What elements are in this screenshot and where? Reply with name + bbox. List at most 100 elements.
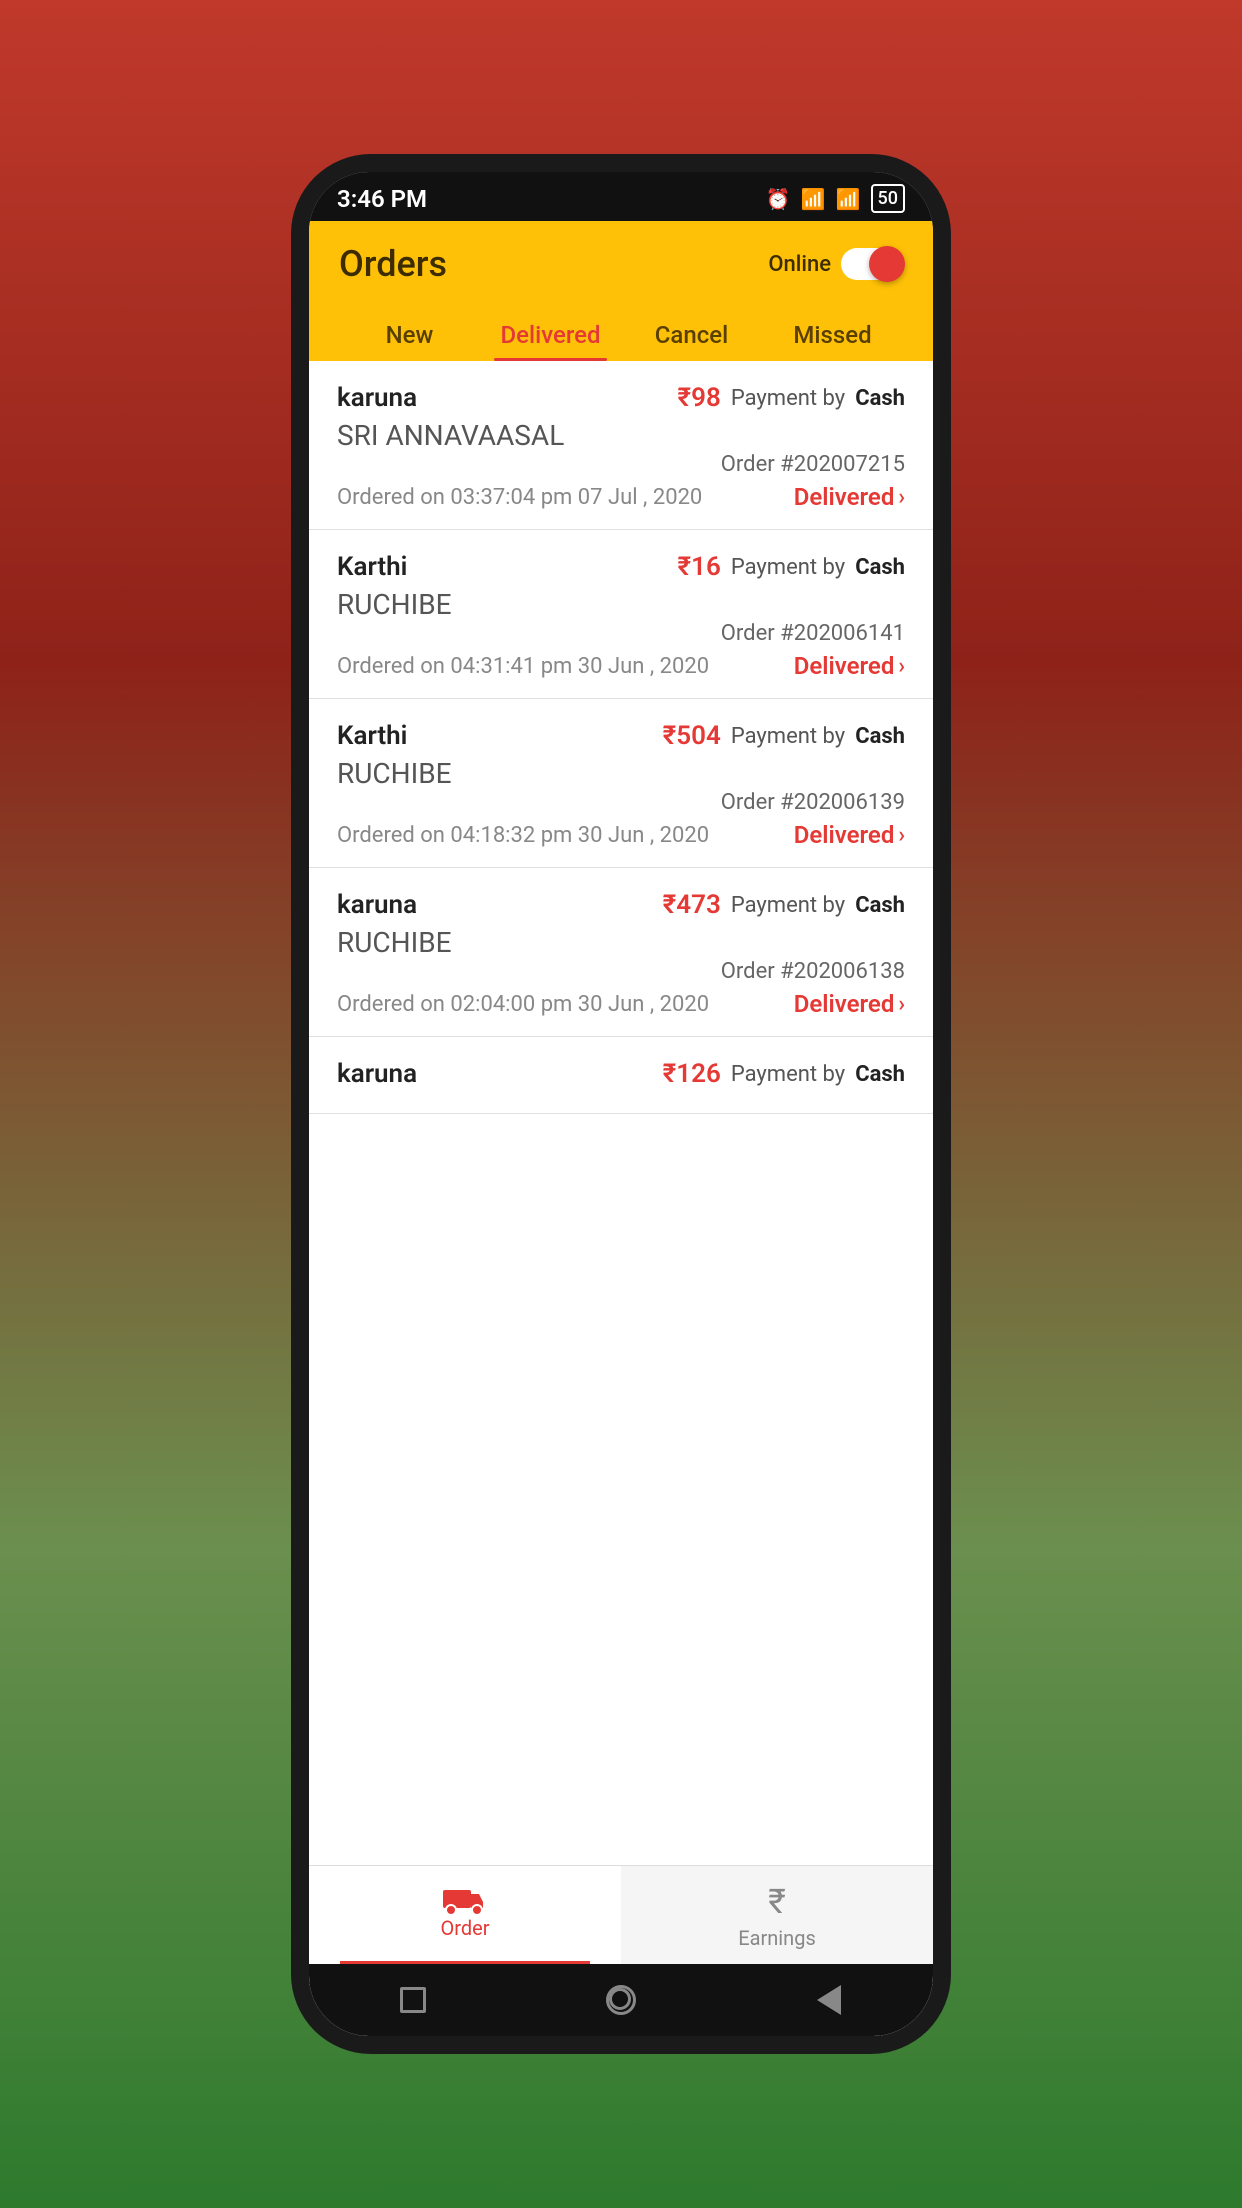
- page-title: Orders: [339, 243, 447, 285]
- alarm-icon: ⏰: [766, 187, 791, 211]
- payment-label: Payment by: [731, 893, 845, 918]
- data-icon: 📶: [801, 187, 826, 211]
- customer-name: karuna: [337, 890, 417, 920]
- header-top: Orders Online: [339, 243, 903, 285]
- payment-method: Cash: [855, 1062, 905, 1087]
- order-number: Order #202007215: [721, 452, 905, 477]
- customer-name: karuna: [337, 383, 417, 413]
- order-amount: ₹126: [663, 1059, 721, 1089]
- amount-payment: ₹473 Payment by Cash: [663, 890, 905, 920]
- amount-payment: ₹126 Payment by Cash: [663, 1059, 905, 1089]
- order-row1: karuna ₹98 Payment by Cash: [337, 383, 905, 413]
- square-icon: [400, 1987, 426, 2013]
- restaurant-name: RUCHIBE: [337, 926, 905, 959]
- order-date: Ordered on 04:31:41 pm 30 Jun , 2020: [337, 654, 709, 679]
- order-number: Order #202006141: [721, 621, 905, 646]
- tab-delivered[interactable]: Delivered: [480, 307, 621, 361]
- payment-label: Payment by: [731, 1062, 845, 1087]
- back-button[interactable]: [393, 1980, 433, 2020]
- order-row1: Karthi ₹16 Payment by Cash: [337, 552, 905, 582]
- amount-payment: ₹98 Payment by Cash: [677, 383, 905, 413]
- order-row2: Order #202006141: [337, 621, 905, 646]
- status-bar: 3:46 PM ⏰ 📶 📶 50: [309, 172, 933, 221]
- amount-payment: ₹504 Payment by Cash: [663, 721, 905, 751]
- tab-cancel[interactable]: Cancel: [621, 307, 762, 361]
- order-date: Ordered on 02:04:00 pm 30 Jun , 2020: [337, 992, 709, 1017]
- customer-name: Karthi: [337, 721, 407, 751]
- order-amount: ₹16: [677, 552, 720, 582]
- toggle-track[interactable]: [841, 248, 903, 280]
- payment-label: Payment by: [731, 724, 845, 749]
- circle-inner-icon: [609, 1988, 631, 2010]
- order-date: Ordered on 03:37:04 pm 07 Jul , 2020: [337, 485, 702, 510]
- order-card-4[interactable]: karuna ₹473 Payment by Cash RUCHIBE Orde…: [309, 868, 933, 1037]
- circle-icon: [606, 1985, 636, 2015]
- nav-earnings-label: Earnings: [738, 1926, 816, 1950]
- payment-method: Cash: [855, 724, 905, 749]
- delivered-button[interactable]: Delivered ›: [794, 821, 905, 849]
- signal-icon: 📶: [836, 187, 861, 211]
- recents-button[interactable]: [809, 1980, 849, 2020]
- chevron-right-icon: ›: [898, 823, 905, 848]
- truck-icon: [443, 1882, 487, 1916]
- delivered-button[interactable]: Delivered ›: [794, 483, 905, 511]
- order-row2: Order #202006138: [337, 959, 905, 984]
- order-row2: Order #202006139: [337, 790, 905, 815]
- toggle-thumb: [869, 246, 905, 282]
- payment-label: Payment by: [731, 555, 845, 580]
- tabs-bar: New Delivered Cancel Missed: [339, 307, 903, 361]
- status-time: 3:46 PM: [337, 185, 427, 213]
- phone-screen: 3:46 PM ⏰ 📶 📶 50 Orders Online: [309, 172, 933, 2036]
- order-amount: ₹473: [663, 890, 721, 920]
- order-row1: Karthi ₹504 Payment by Cash: [337, 721, 905, 751]
- payment-method: Cash: [855, 555, 905, 580]
- customer-name: Karthi: [337, 552, 407, 582]
- order-card-2[interactable]: Karthi ₹16 Payment by Cash RUCHIBE Order…: [309, 530, 933, 699]
- delivered-button[interactable]: Delivered ›: [794, 652, 905, 680]
- online-label: Online: [768, 252, 831, 277]
- order-row3: Ordered on 04:31:41 pm 30 Jun , 2020 Del…: [337, 652, 905, 680]
- phone-frame: 3:46 PM ⏰ 📶 📶 50 Orders Online: [291, 154, 951, 2054]
- order-card-1[interactable]: karuna ₹98 Payment by Cash SRI ANNAVAASA…: [309, 361, 933, 530]
- chevron-right-icon: ›: [898, 485, 905, 510]
- status-icons: ⏰ 📶 📶 50: [766, 184, 905, 213]
- system-nav-bar: [309, 1964, 933, 2036]
- order-row1: karuna ₹473 Payment by Cash: [337, 890, 905, 920]
- order-date: Ordered on 04:18:32 pm 30 Jun , 2020: [337, 823, 709, 848]
- payment-method: Cash: [855, 386, 905, 411]
- restaurant-name: SRI ANNAVAASAL: [337, 419, 905, 452]
- order-card-5[interactable]: karuna ₹126 Payment by Cash: [309, 1037, 933, 1114]
- customer-name: karuna: [337, 1059, 417, 1089]
- battery-icon: 50: [871, 184, 905, 213]
- order-amount: ₹98: [677, 383, 720, 413]
- rupee-icon: ₹: [768, 1882, 786, 1922]
- nav-earnings[interactable]: ₹ Earnings: [621, 1866, 933, 1964]
- triangle-icon: [817, 1985, 841, 2015]
- order-list: karuna ₹98 Payment by Cash SRI ANNAVAASA…: [309, 361, 933, 1865]
- bottom-nav: Order ₹ Earnings: [309, 1865, 933, 1964]
- restaurant-name: RUCHIBE: [337, 757, 905, 790]
- chevron-right-icon: ›: [898, 992, 905, 1017]
- nav-order[interactable]: Order: [309, 1866, 621, 1964]
- tab-new[interactable]: New: [339, 307, 480, 361]
- payment-method: Cash: [855, 893, 905, 918]
- order-row2: Order #202007215: [337, 452, 905, 477]
- order-row1: karuna ₹126 Payment by Cash: [337, 1059, 905, 1089]
- tab-missed[interactable]: Missed: [762, 307, 903, 361]
- order-number: Order #202006139: [721, 790, 905, 815]
- amount-payment: ₹16 Payment by Cash: [677, 552, 905, 582]
- header: Orders Online New Delivered Cancel: [309, 221, 933, 361]
- order-row3: Ordered on 02:04:00 pm 30 Jun , 2020 Del…: [337, 990, 905, 1018]
- home-button[interactable]: [601, 1980, 641, 2020]
- restaurant-name: RUCHIBE: [337, 588, 905, 621]
- chevron-right-icon: ›: [898, 654, 905, 679]
- order-number: Order #202006138: [721, 959, 905, 984]
- order-card-3[interactable]: Karthi ₹504 Payment by Cash RUCHIBE Orde…: [309, 699, 933, 868]
- nav-order-label: Order: [440, 1916, 489, 1940]
- online-toggle[interactable]: Online: [768, 248, 903, 280]
- order-row3: Ordered on 04:18:32 pm 30 Jun , 2020 Del…: [337, 821, 905, 849]
- delivered-button[interactable]: Delivered ›: [794, 990, 905, 1018]
- payment-label: Payment by: [731, 386, 845, 411]
- order-row3: Ordered on 03:37:04 pm 07 Jul , 2020 Del…: [337, 483, 905, 511]
- order-amount: ₹504: [663, 721, 721, 751]
